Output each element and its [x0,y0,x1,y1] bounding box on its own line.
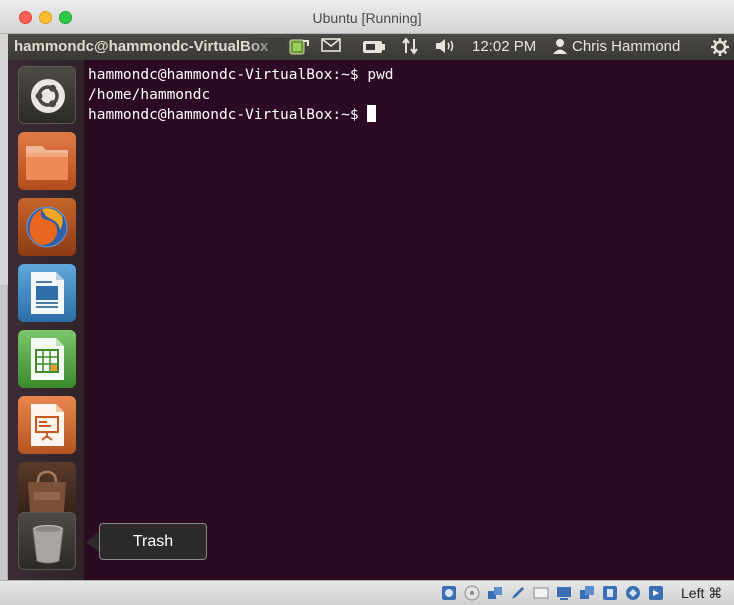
tooltip-label: Trash [99,523,207,560]
ubuntu-logo-icon [31,79,65,113]
unity-launcher [8,60,85,580]
firefox-button[interactable] [18,198,76,256]
trash-icon [32,525,64,564]
network-adapter-icon[interactable] [556,585,572,601]
sound-icon[interactable] [434,37,458,61]
terminal-cursor [367,105,377,122]
trash-button[interactable] [18,512,76,570]
firefox-icon [26,206,68,248]
display-icon[interactable] [533,585,549,601]
writer-document-icon [31,272,64,314]
virtualization-icon[interactable] [602,585,618,601]
shared-folders-icon[interactable] [510,585,526,601]
window-title: Ubuntu [Running] [312,10,422,26]
panel-user-name[interactable]: Chris Hammond [572,37,680,57]
usb-icon[interactable] [487,585,503,601]
terminal-prompt: hammondc@hammondc-VirtualBox:~$ [88,107,368,123]
impress-presentation-icon [31,404,64,446]
trash-tooltip: Trash [86,523,207,561]
virtualbox-window: Ubuntu [Running] hammondc@hammondc-Virtu… [0,0,734,605]
mail-icon[interactable] [321,37,341,59]
vbox-status-bar: Left ⌘ [0,580,734,605]
calc-spreadsheet-icon [31,338,64,380]
network-icon[interactable] [401,37,419,61]
ubuntu-top-panel: hammondc@hammondc-VirtualBox 12:02 PM Ch… [8,34,734,60]
title-bar[interactable]: Ubuntu [Running] [0,0,734,34]
terminal-line: /home/hammondc [88,87,211,103]
folder-icon [26,146,68,180]
host-window-edge [0,285,8,585]
host-key-indicator[interactable]: Left ⌘ [681,585,722,602]
mouse-integration-icon[interactable] [648,585,664,601]
panel-clock[interactable]: 12:02 PM [472,37,536,57]
libreoffice-calc-button[interactable] [18,330,76,388]
updates-icon[interactable] [288,38,310,56]
terminal-line: hammondc@hammondc-VirtualBox:~$ pwd [88,67,394,83]
terminal-window[interactable]: hammondc@hammondc-VirtualBox:~$ pwd /hom… [85,60,734,580]
terminal-prompt-line[interactable]: hammondc@hammondc-VirtualBox:~$ [88,105,734,125]
optical-drive-icon[interactable] [464,585,480,601]
hard-disk-icon[interactable] [441,585,457,601]
files-button[interactable] [18,132,76,190]
video-capture-icon[interactable] [579,585,595,601]
panel-app-title: hammondc@hammondc-VirtualBox [14,38,286,55]
guest-additions-icon[interactable] [625,585,641,601]
libreoffice-impress-button[interactable] [18,396,76,454]
user-icon [552,37,568,61]
libreoffice-writer-button[interactable] [18,264,76,322]
dash-button[interactable] [18,66,76,124]
battery-icon[interactable] [362,40,386,54]
tooltip-arrow [86,531,100,553]
